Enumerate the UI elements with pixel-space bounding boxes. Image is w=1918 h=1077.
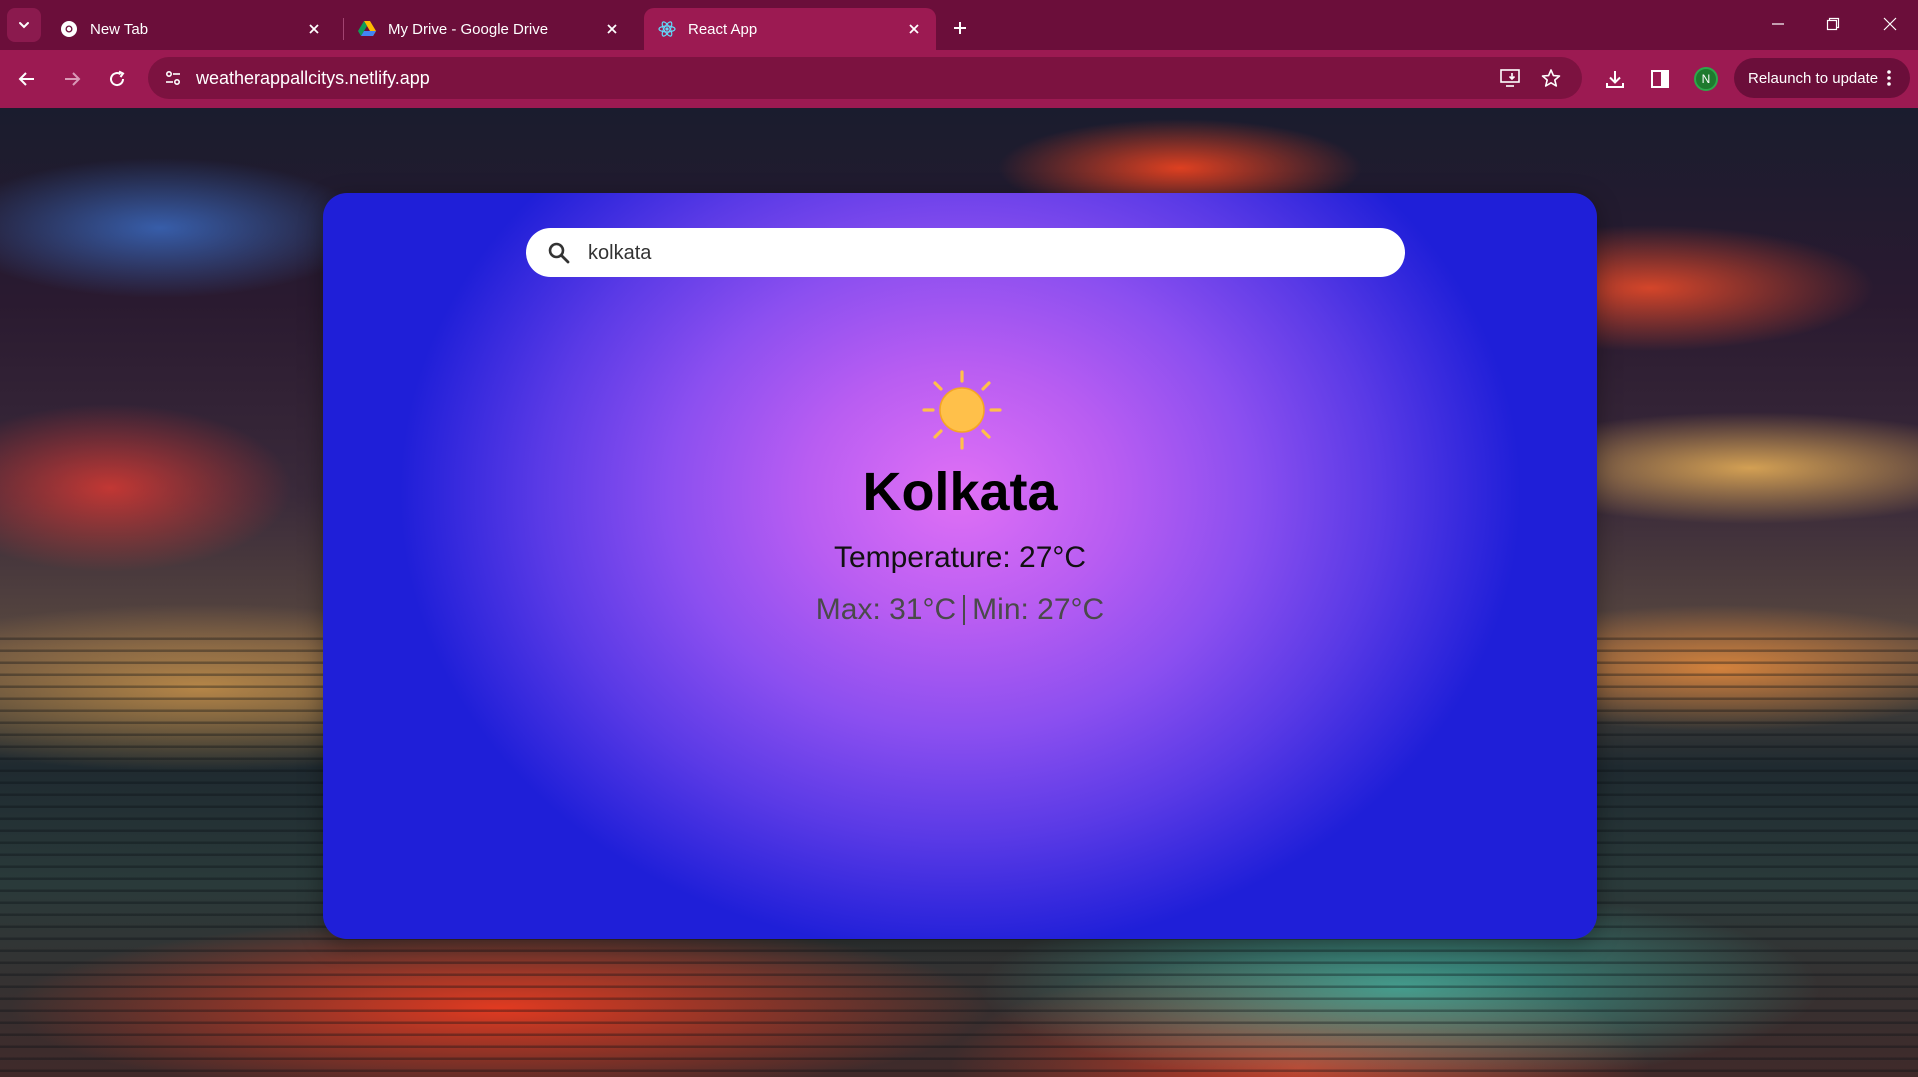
tune-icon bbox=[165, 70, 181, 86]
min-temperature: Min: 27°C bbox=[972, 593, 1105, 626]
close-tab-icon[interactable] bbox=[304, 19, 324, 39]
search-icon[interactable] bbox=[546, 240, 572, 266]
google-drive-icon bbox=[358, 20, 376, 38]
browser-toolbar: weatherappallcitys.netlify.app N Relaunc… bbox=[0, 50, 1918, 108]
install-app-button[interactable] bbox=[1495, 63, 1525, 93]
chevron-down-icon bbox=[19, 22, 29, 29]
close-icon bbox=[1883, 17, 1897, 31]
relaunch-button[interactable]: Relaunch to update bbox=[1734, 58, 1910, 98]
arrow-left-icon bbox=[18, 72, 34, 86]
search-box[interactable] bbox=[526, 228, 1405, 277]
temperature-text: Temperature: 27°C bbox=[833, 541, 1087, 574]
close-tab-icon[interactable] bbox=[904, 19, 924, 39]
downloads-button[interactable] bbox=[1598, 62, 1632, 96]
profile-avatar[interactable]: N bbox=[1694, 67, 1718, 91]
url-text: weatherappallcitys.netlify.app bbox=[196, 68, 430, 88]
forward-button[interactable] bbox=[55, 62, 89, 96]
relaunch-label: Relaunch to update bbox=[1748, 69, 1879, 87]
minimize-button[interactable] bbox=[1758, 6, 1798, 42]
react-icon bbox=[658, 20, 676, 38]
weather-card: Kolkata Temperature: 27°C Max: 31°C Min:… bbox=[323, 193, 1597, 939]
tab-new-tab[interactable]: New Tab bbox=[46, 8, 336, 50]
reload-button[interactable] bbox=[100, 62, 134, 96]
divider bbox=[963, 595, 966, 625]
tab-google-drive[interactable]: My Drive - Google Drive bbox=[344, 8, 634, 50]
close-window-button[interactable] bbox=[1870, 6, 1910, 42]
minimize-icon bbox=[1772, 23, 1784, 25]
bookmark-button[interactable] bbox=[1536, 63, 1566, 93]
tab-react-app[interactable]: React App bbox=[644, 8, 936, 50]
browser-tab-strip: New Tab My Drive - Google Drive React Ap… bbox=[0, 0, 1918, 50]
city-search-input[interactable] bbox=[588, 236, 1378, 270]
back-button[interactable] bbox=[10, 62, 44, 96]
tab-label: React App bbox=[688, 20, 758, 38]
more-vertical-icon[interactable] bbox=[1878, 67, 1900, 89]
side-panel-button[interactable] bbox=[1643, 62, 1677, 96]
restore-button[interactable] bbox=[1813, 6, 1853, 42]
sun-icon bbox=[920, 368, 1004, 452]
chrome-icon bbox=[60, 20, 78, 38]
star-icon bbox=[1541, 69, 1561, 87]
restore-icon bbox=[1826, 17, 1840, 31]
site-info-button[interactable] bbox=[158, 63, 188, 93]
side-panel-icon bbox=[1651, 70, 1669, 88]
min-max-temperature: Max: 31°C Min: 27°C bbox=[323, 593, 1597, 627]
download-icon bbox=[1606, 71, 1624, 88]
max-temperature: Max: 31°C bbox=[815, 593, 957, 626]
tab-search-button[interactable] bbox=[7, 8, 41, 42]
plus-icon bbox=[954, 22, 966, 34]
new-tab-button[interactable] bbox=[944, 12, 976, 44]
arrow-right-icon bbox=[65, 72, 81, 86]
install-icon bbox=[1500, 69, 1520, 87]
close-tab-icon[interactable] bbox=[602, 19, 622, 39]
city-name: Kolkata bbox=[862, 462, 1058, 522]
page-viewport: Kolkata Temperature: 27°C Max: 31°C Min:… bbox=[0, 108, 1918, 1077]
tab-label: My Drive - Google Drive bbox=[388, 20, 549, 38]
reload-icon bbox=[110, 70, 125, 87]
tab-label: New Tab bbox=[90, 20, 149, 38]
address-bar[interactable]: weatherappallcitys.netlify.app bbox=[148, 57, 1582, 99]
